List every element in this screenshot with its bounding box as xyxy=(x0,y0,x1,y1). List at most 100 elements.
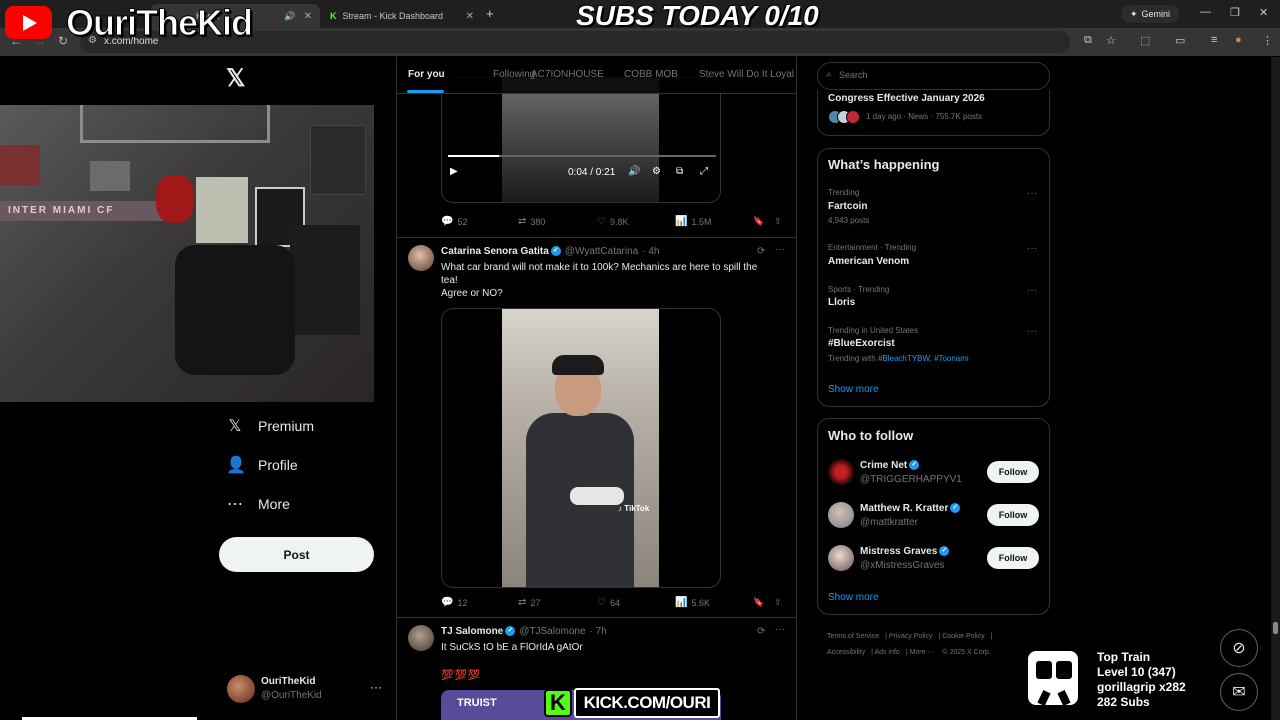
bookmark-icon[interactable]: 🔖 xyxy=(753,216,764,227)
tweet-author[interactable]: TJ Salomone ✓ @TJSalomone · 7h xyxy=(441,626,607,637)
trend-more-icon[interactable]: ··· xyxy=(1027,188,1037,199)
trend-tag-link[interactable]: #BleachTYBW xyxy=(878,354,930,363)
gemini-button[interactable]: ✦ Gemini xyxy=(1121,5,1180,23)
trend-name[interactable]: Fartcoin xyxy=(828,201,867,212)
grok-icon[interactable]: ⟳ xyxy=(757,626,765,637)
bookmark-star-icon[interactable]: ☆ xyxy=(1106,34,1116,47)
follow-button[interactable]: Follow xyxy=(987,461,1039,483)
fullscreen-icon[interactable]: ⤢ xyxy=(700,166,708,177)
video-frame: ♪ TikTok xyxy=(502,309,659,587)
account-avatar[interactable] xyxy=(227,675,255,703)
tab-ac7ionhouse[interactable]: AC7IONHOUSE xyxy=(531,69,604,80)
messages-icon[interactable]: ✉ xyxy=(1220,673,1258,711)
wall-poster xyxy=(196,177,248,243)
volume-icon[interactable]: 🔊 xyxy=(628,166,640,177)
split-view-icon[interactable]: ▭ xyxy=(1175,34,1185,47)
trend-more-icon[interactable]: ··· xyxy=(1027,285,1037,296)
tweet-video[interactable]: ♪ TikTok xyxy=(441,308,721,588)
sidebar-item-more[interactable]: ⋯ More xyxy=(226,492,290,516)
share-icon[interactable]: ⇧ xyxy=(774,597,782,608)
sidebar-item-profile[interactable]: 👤 Profile xyxy=(226,453,298,477)
follow-button[interactable]: Follow xyxy=(987,547,1039,569)
tab-following[interactable]: Following xyxy=(493,69,535,80)
tweet-text: What car brand will not make it to 100k?… xyxy=(441,261,781,300)
follow-button[interactable]: Follow xyxy=(987,504,1039,526)
sidebar-item-premium[interactable]: 𝕏 Premium xyxy=(226,414,314,438)
scrollbar-thumb[interactable] xyxy=(1273,622,1278,634)
speaker-icon[interactable]: 🔊 xyxy=(284,11,295,22)
post-button[interactable]: Post xyxy=(219,537,374,572)
user-avatar[interactable] xyxy=(828,545,854,571)
tweet-author[interactable]: Catarina Senora Gatita ✓ @WyattCatarina · 4… xyxy=(441,246,659,257)
pip-icon[interactable]: ⧉ xyxy=(676,166,683,177)
close-tab-icon[interactable]: ✕ xyxy=(304,11,312,22)
trend-tag-link[interactable]: #Toonami xyxy=(934,354,969,363)
follow-show-more-link[interactable]: Show more xyxy=(828,592,879,603)
new-tab-button[interactable]: + xyxy=(486,6,494,21)
share-icon[interactable]: ⇧ xyxy=(774,216,782,227)
close-window-icon[interactable]: ✕ xyxy=(1259,6,1268,19)
page-scrollbar[interactable] xyxy=(1271,57,1280,720)
account-name[interactable]: OuriTheKid xyxy=(261,676,315,687)
play-icon[interactable]: ▶ xyxy=(450,166,458,177)
tweet-video[interactable]: ▶ 0:04 / 0:21 🔊 ⚙ ⧉ ⤢ xyxy=(441,77,721,203)
trends-show-more-link[interactable]: Show more xyxy=(828,384,879,395)
x-logo-icon[interactable]: 𝕏 xyxy=(226,64,245,93)
train-subs: 282 Subs xyxy=(1097,695,1150,709)
video-progress-bar[interactable] xyxy=(448,155,716,157)
news-title[interactable]: Congress Effective January 2026 xyxy=(828,93,985,104)
trend-name[interactable]: #BlueExorcist xyxy=(828,338,895,349)
footer-link[interactable]: Ads info xyxy=(875,649,900,656)
reading-list-icon[interactable]: ≡ xyxy=(1211,34,1217,46)
views-button[interactable]: 📊 5.6K xyxy=(675,597,710,608)
extensions-icon[interactable]: ⬚ xyxy=(1140,34,1150,47)
user-avatar[interactable] xyxy=(828,459,854,485)
video-frame xyxy=(502,78,659,202)
user-avatar[interactable] xyxy=(828,502,854,528)
close-tab-icon[interactable]: ✕ xyxy=(466,11,474,22)
footer-link[interactable]: More ··· xyxy=(910,649,935,656)
browser-menu-icon[interactable]: ⋮ xyxy=(1262,34,1273,47)
tweet-avatar[interactable] xyxy=(408,625,434,651)
profile-avatar-icon[interactable]: ● xyxy=(1235,34,1242,46)
trend-more-icon[interactable]: ··· xyxy=(1027,326,1037,337)
subs-today-counter: SUBS TODAY 0/10 xyxy=(576,0,819,31)
wall-banner: INTER MIAMI CF xyxy=(0,201,170,221)
footer-link[interactable]: Cookie Policy xyxy=(942,633,984,640)
user-name[interactable]: Matthew R. Kratter ✓ xyxy=(860,503,961,514)
footer-link[interactable]: Accessibility xyxy=(827,649,865,656)
reply-button[interactable]: 💬 52 xyxy=(441,216,467,227)
views-button[interactable]: 📊 1.5M xyxy=(675,216,711,227)
reply-button[interactable]: 💬 12 xyxy=(441,597,467,608)
tab-steve-will-do-it[interactable]: Steve Will Do It Loyal xyxy=(699,69,794,80)
maximize-icon[interactable]: ❐ xyxy=(1230,6,1240,19)
tweet-avatar[interactable] xyxy=(408,245,434,271)
grok-icon[interactable]: ⊘ xyxy=(1220,629,1258,667)
user-name[interactable]: Mistress Graves ✓ xyxy=(860,546,950,557)
settings-gear-icon[interactable]: ⚙ xyxy=(652,166,661,177)
trend-name[interactable]: American Venom xyxy=(828,256,909,267)
minimize-icon[interactable]: — xyxy=(1200,6,1211,18)
tab-cobb-mob[interactable]: COBB MOB xyxy=(624,69,678,80)
like-button[interactable]: ♡ 64 xyxy=(597,597,620,608)
tweet-more-icon[interactable]: ··· xyxy=(775,624,785,635)
reply-icon: 💬 xyxy=(441,216,454,227)
bookmark-icon[interactable]: 🔖 xyxy=(753,597,764,608)
trend-name[interactable]: Lloris xyxy=(828,297,855,308)
tab-kick-dashboard[interactable]: K Stream - Kick Dashboard ✕ xyxy=(322,4,482,28)
tweet-more-icon[interactable]: ··· xyxy=(775,244,785,255)
install-app-icon[interactable]: ⧉ xyxy=(1084,34,1092,47)
footer-link[interactable]: Privacy Policy xyxy=(889,633,933,640)
wall-poster xyxy=(175,245,295,375)
tab-for-you[interactable]: For you xyxy=(408,69,445,80)
repost-button[interactable]: ⇄ 380 xyxy=(518,216,545,227)
footer-link[interactable]: Terms of Service xyxy=(827,633,879,640)
like-button[interactable]: ♡ 9.8K xyxy=(597,216,628,227)
grok-icon[interactable]: ⟳ xyxy=(757,246,765,257)
account-more-icon[interactable]: ··· xyxy=(370,680,382,694)
user-name[interactable]: Crime Net ✓ xyxy=(860,460,920,471)
repost-button[interactable]: ⇄ 27 xyxy=(518,597,540,608)
avatar xyxy=(846,110,860,124)
view-count: 5.6K xyxy=(691,597,710,608)
trend-more-icon[interactable]: ··· xyxy=(1027,243,1037,254)
